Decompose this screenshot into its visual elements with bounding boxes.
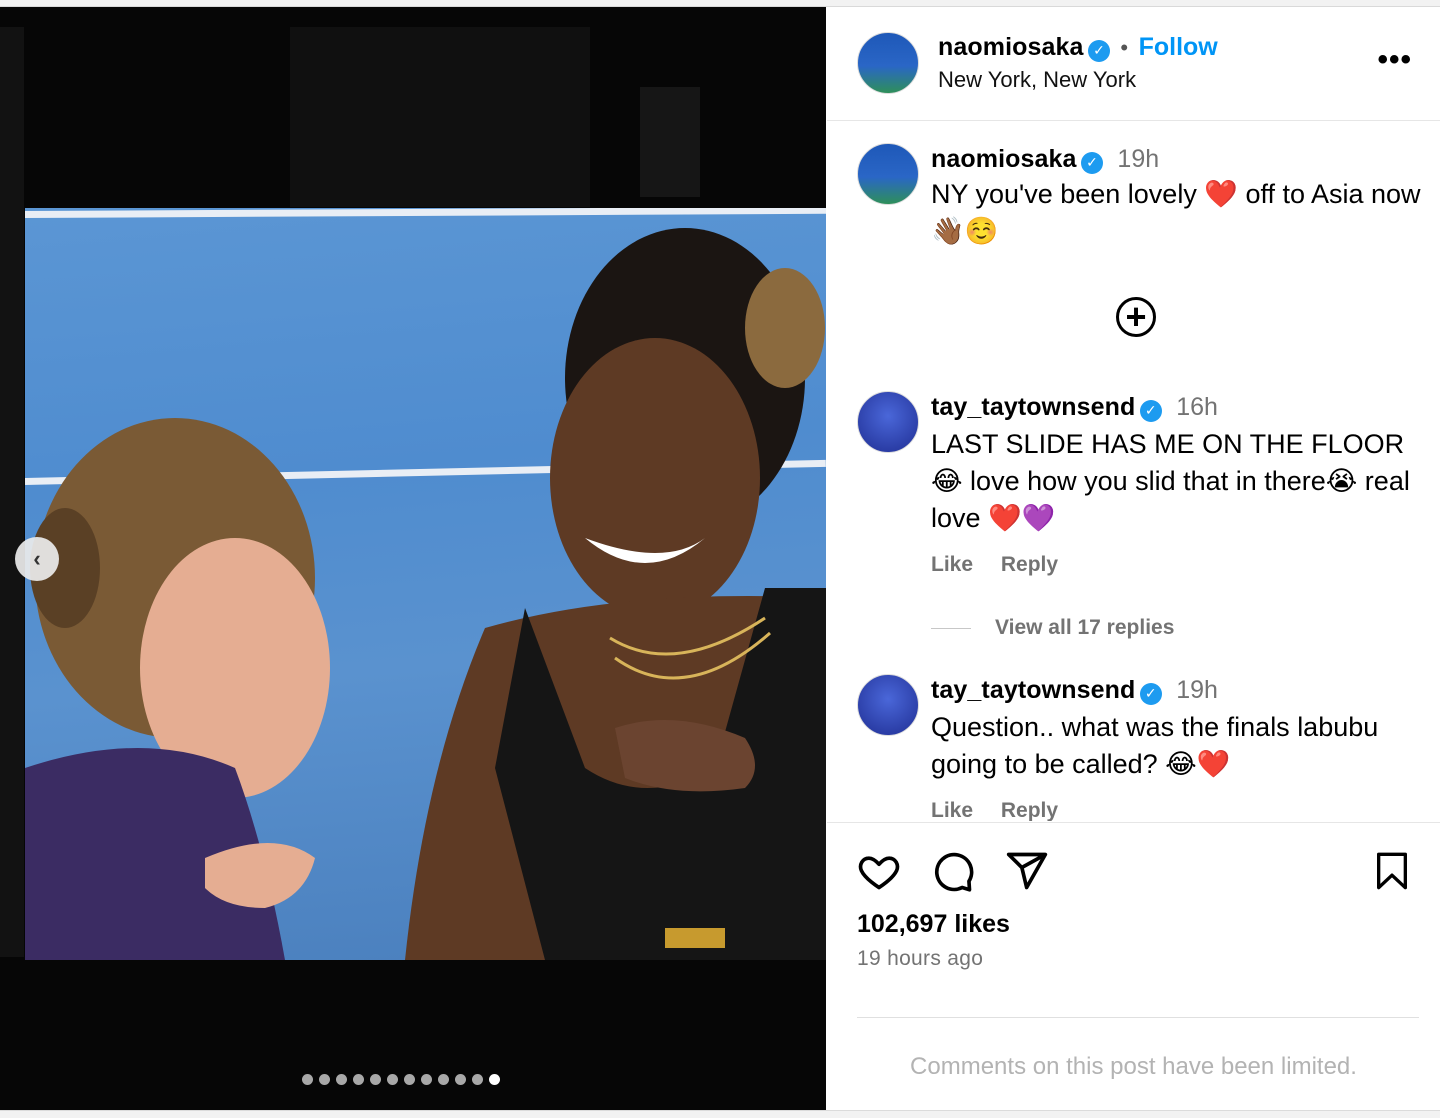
- caption-header: naomiosaka ✓ 19h: [931, 145, 1159, 174]
- media-background-panel: [640, 87, 700, 197]
- window-top-border: [0, 0, 1440, 7]
- comment-username[interactable]: tay_taytownsend: [931, 676, 1135, 704]
- share-icon[interactable]: [1005, 849, 1049, 893]
- carousel-dot: [421, 1074, 432, 1085]
- carousel-dot: [472, 1074, 483, 1085]
- carousel-prev-button[interactable]: ‹: [15, 537, 59, 581]
- post-header: naomiosaka ✓ • Follow New York, New York…: [827, 7, 1440, 121]
- more-icon[interactable]: •••: [1377, 43, 1412, 77]
- carousel-dot: [404, 1074, 415, 1085]
- like-comment-button[interactable]: Like: [931, 553, 973, 576]
- comment-time: 16h: [1176, 393, 1218, 421]
- post-timestamp[interactable]: 19 hours ago: [857, 947, 983, 971]
- comment-actions: Like Reply: [931, 799, 1080, 821]
- carousel-dot: [302, 1074, 313, 1085]
- reply-comment-button[interactable]: Reply: [1001, 553, 1058, 576]
- comment-icon[interactable]: [931, 849, 975, 893]
- like-comment-button[interactable]: Like: [931, 799, 973, 821]
- photo-players-illustration: [25, 228, 826, 960]
- reply-comment-button[interactable]: Reply: [1001, 799, 1058, 821]
- verified-icon: ✓: [1139, 682, 1162, 705]
- comment-header: tay_taytownsend ✓ 19h: [931, 676, 1218, 705]
- separator-dot: •: [1120, 35, 1129, 60]
- verified-icon: ✓: [1087, 39, 1110, 62]
- author-avatar[interactable]: [857, 32, 919, 94]
- carousel-dot: [336, 1074, 347, 1085]
- post-media[interactable]: ‹: [0, 7, 826, 1110]
- chevron-left-icon: ‹: [33, 546, 41, 571]
- post-side-panel: naomiosaka ✓ • Follow New York, New York…: [827, 7, 1440, 1110]
- carousel-dot: [438, 1074, 449, 1085]
- caption-avatar[interactable]: [857, 143, 919, 205]
- post-photo: [25, 208, 826, 960]
- comments-limited-notice: Comments on this post have been limited.: [910, 1053, 1357, 1080]
- footer-divider: [857, 1017, 1419, 1018]
- add-comment-icon[interactable]: +: [1116, 297, 1156, 337]
- comment-text: Question.. what was the finals labubu go…: [931, 712, 1379, 779]
- caption-text: NY you've been lovely ❤️ off to Asia now…: [931, 179, 1421, 246]
- comment-text: LAST SLIDE HAS ME ON THE FLOOR😂 love how…: [931, 429, 1410, 533]
- carousel-dot: [353, 1074, 364, 1085]
- comment-time: 19h: [1176, 676, 1218, 704]
- comment-actions: Like Reply: [931, 553, 1080, 577]
- view-replies-label[interactable]: View all 17 replies: [995, 616, 1174, 640]
- likes-count[interactable]: 102,697 likes: [857, 910, 1010, 939]
- post-actions: [857, 849, 1410, 895]
- verified-icon: ✓: [1139, 399, 1162, 422]
- carousel-indicator: [302, 1074, 500, 1085]
- comment-header: tay_taytownsend ✓ 16h: [931, 393, 1218, 422]
- replies-line: [931, 627, 971, 629]
- media-background-panel: [0, 27, 24, 957]
- carousel-dot: [319, 1074, 330, 1085]
- author-line: naomiosaka ✓ • Follow: [938, 33, 1218, 62]
- comment-avatar[interactable]: [857, 674, 919, 736]
- carousel-dot: [387, 1074, 398, 1085]
- follow-button[interactable]: Follow: [1139, 33, 1218, 61]
- actions-divider: [827, 822, 1440, 823]
- caption-time: 19h: [1117, 145, 1160, 173]
- bookmark-icon[interactable]: [1372, 849, 1412, 893]
- carousel-dot-active: [489, 1074, 500, 1085]
- heart-icon[interactable]: [857, 849, 901, 893]
- post-location[interactable]: New York, New York: [938, 67, 1136, 93]
- carousel-dot: [455, 1074, 466, 1085]
- view-replies[interactable]: View all 17 replies: [931, 616, 1174, 640]
- caption-username[interactable]: naomiosaka: [931, 145, 1077, 173]
- carousel-dot: [370, 1074, 381, 1085]
- media-background-panel: [290, 27, 590, 207]
- comments-list[interactable]: naomiosaka ✓ 19h NY you've been lovely ❤…: [827, 121, 1440, 821]
- comment-username[interactable]: tay_taytownsend: [931, 393, 1135, 421]
- verified-icon: ✓: [1080, 151, 1103, 174]
- author-username[interactable]: naomiosaka: [938, 33, 1084, 61]
- comment-avatar[interactable]: [857, 391, 919, 453]
